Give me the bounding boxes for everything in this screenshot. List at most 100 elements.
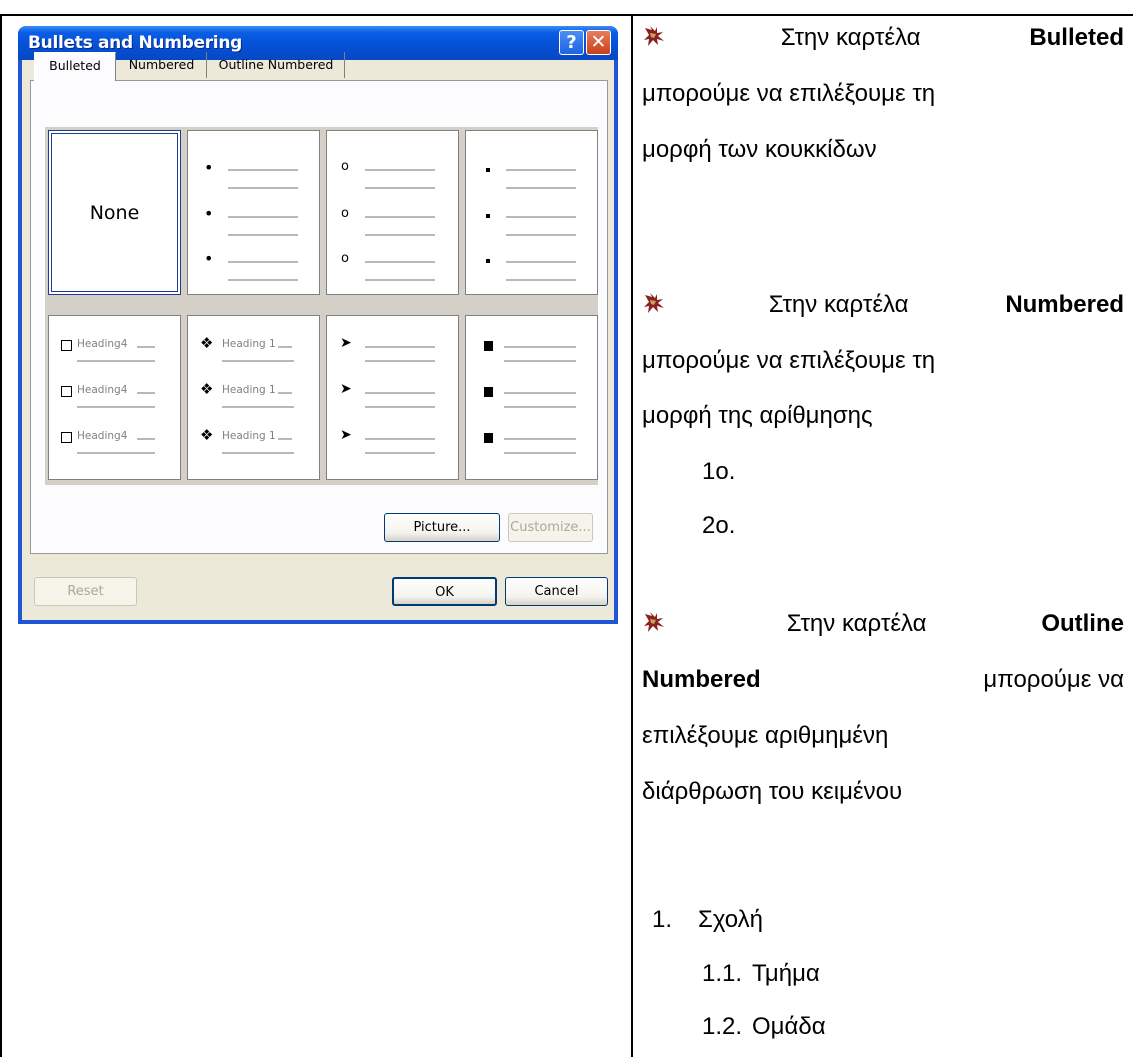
text-line (222, 406, 294, 408)
text-line (228, 261, 298, 263)
text-line (506, 234, 576, 236)
text-line (365, 452, 435, 454)
tab-label: Bulleted (49, 58, 101, 73)
text-line (228, 279, 298, 281)
table-left-border (0, 14, 2, 1057)
text-segment: Στην καρτέλα (780, 24, 921, 51)
outline-list-num-3: 1.2. (702, 1013, 743, 1040)
text-line (137, 438, 155, 440)
text-line (365, 216, 435, 218)
text-bold: Numbered (642, 666, 761, 693)
text-line (278, 392, 292, 394)
text-line (365, 438, 435, 440)
paragraph-numbered-line2: μπορούμε να επιλέξουμε τη (642, 347, 1124, 375)
numbered-example-1: 1ο. (702, 458, 736, 485)
text-line (365, 360, 435, 362)
small-square-bullet-icon (486, 214, 490, 218)
customize-button-label: Customize... (510, 520, 591, 535)
paragraph-bulleted-line3: μορφή των κουκκίδων (642, 136, 877, 163)
none-label: None (89, 201, 140, 224)
reset-button[interactable]: Reset (34, 577, 137, 606)
style-four-diamond[interactable]: ❖ Heading 1 ❖ Heading 1 ❖ Heading 1 (187, 315, 320, 480)
text-line (278, 346, 292, 348)
checkbox-bullet-icon (61, 340, 72, 351)
checkbox-bullet-icon (61, 432, 72, 443)
customize-button[interactable]: Customize... (508, 513, 593, 542)
style-hollow-box[interactable]: Heading4 Heading4 Heading4 (48, 315, 181, 480)
text-segment: μπορούμε να επιλέξουμε τη (642, 80, 936, 107)
ok-button[interactable]: OK (392, 577, 497, 606)
four-diamond-bullet-icon: ❖ (200, 380, 214, 398)
heading-sample: Heading 1 (222, 338, 276, 350)
paragraph-bulleted-line1: Στην καρτέλα Bulleted (642, 24, 1124, 52)
picture-button-label: Picture... (413, 520, 471, 535)
style-none[interactable]: None (48, 130, 181, 295)
text-segment: μπορούμε να επιλέξουμε τη (642, 347, 936, 374)
paragraph-outline-line3: επιλέξουμε αριθμημένη (642, 722, 1124, 750)
text-bold: Numbered (1005, 291, 1124, 318)
style-small-square[interactable] (465, 130, 598, 295)
text-line (365, 346, 435, 348)
dot-bullet-icon: • (204, 249, 214, 268)
text-line (506, 169, 576, 171)
text-line (365, 392, 435, 394)
cancel-button-label: Cancel (534, 584, 579, 599)
close-button[interactable]: ✕ (586, 30, 611, 55)
heading-sample: Heading 1 (222, 384, 276, 396)
text-line (506, 261, 576, 263)
text-segment: μπορούμε να (983, 666, 1124, 693)
dot-bullet-icon: • (204, 204, 214, 223)
text-line (137, 346, 155, 348)
dot-bullet-icon: • (204, 158, 214, 177)
style-arrowhead[interactable]: ➤ ➤ ➤ (326, 315, 459, 480)
text-line (365, 234, 435, 236)
tab-numbered[interactable]: Numbered (117, 52, 207, 78)
outline-list-label-2: Τμήμα (752, 960, 820, 987)
four-diamond-bullet-icon: ❖ (200, 426, 214, 444)
help-icon: ? (566, 32, 577, 53)
large-square-bullet-icon (484, 387, 493, 397)
cancel-button[interactable]: Cancel (505, 577, 608, 606)
text-bold: Bulleted (1029, 24, 1124, 51)
text-line (504, 438, 576, 440)
numbered-example-2: 2ο. (702, 512, 736, 539)
text-line (222, 452, 294, 454)
text-line (504, 452, 576, 454)
tab-outline-numbered[interactable]: Outline Numbered (208, 52, 345, 78)
text-line (77, 406, 155, 408)
text-line (77, 452, 155, 454)
text-line (506, 187, 576, 189)
text-line (77, 360, 155, 362)
text-line (228, 216, 298, 218)
style-hollow-circle[interactable]: o o o (326, 130, 459, 295)
heading-sample: Heading4 (77, 430, 128, 442)
tab-bulleted[interactable]: Bulleted (34, 52, 116, 81)
help-button[interactable]: ? (559, 30, 584, 55)
text-line (365, 406, 435, 408)
style-large-square[interactable] (465, 315, 598, 480)
text-segment: επιλέξουμε αριθμημένη (642, 722, 889, 749)
table-column-divider (631, 14, 633, 1057)
paragraph-outline-line4: διάρθρωση του κειμένου (642, 778, 903, 805)
paragraph-numbered-line1: Στην καρτέλα Numbered (642, 291, 1124, 319)
style-filled-dot[interactable]: • • • (187, 130, 320, 295)
paragraph-bulleted-line2: μπορούμε να επιλέξουμε τη (642, 80, 1124, 108)
arrowhead-bullet-icon: ➤ (340, 335, 352, 351)
text-line (504, 406, 576, 408)
text-line (504, 360, 576, 362)
picture-button[interactable]: Picture... (384, 513, 500, 542)
tab-label: Outline Numbered (218, 57, 334, 72)
text-line (228, 234, 298, 236)
table-top-border (0, 14, 1133, 16)
circle-bullet-icon: o (341, 206, 349, 221)
outline-list-label-1: Σχολή (698, 906, 764, 933)
reset-button-label: Reset (67, 584, 104, 599)
large-square-bullet-icon (484, 433, 493, 443)
circle-bullet-icon: o (341, 159, 349, 174)
text-line (228, 187, 298, 189)
paragraph-outline-line1: Στην καρτέλα Outline (642, 610, 1124, 638)
dialog-title: Bullets and Numbering (28, 33, 242, 53)
